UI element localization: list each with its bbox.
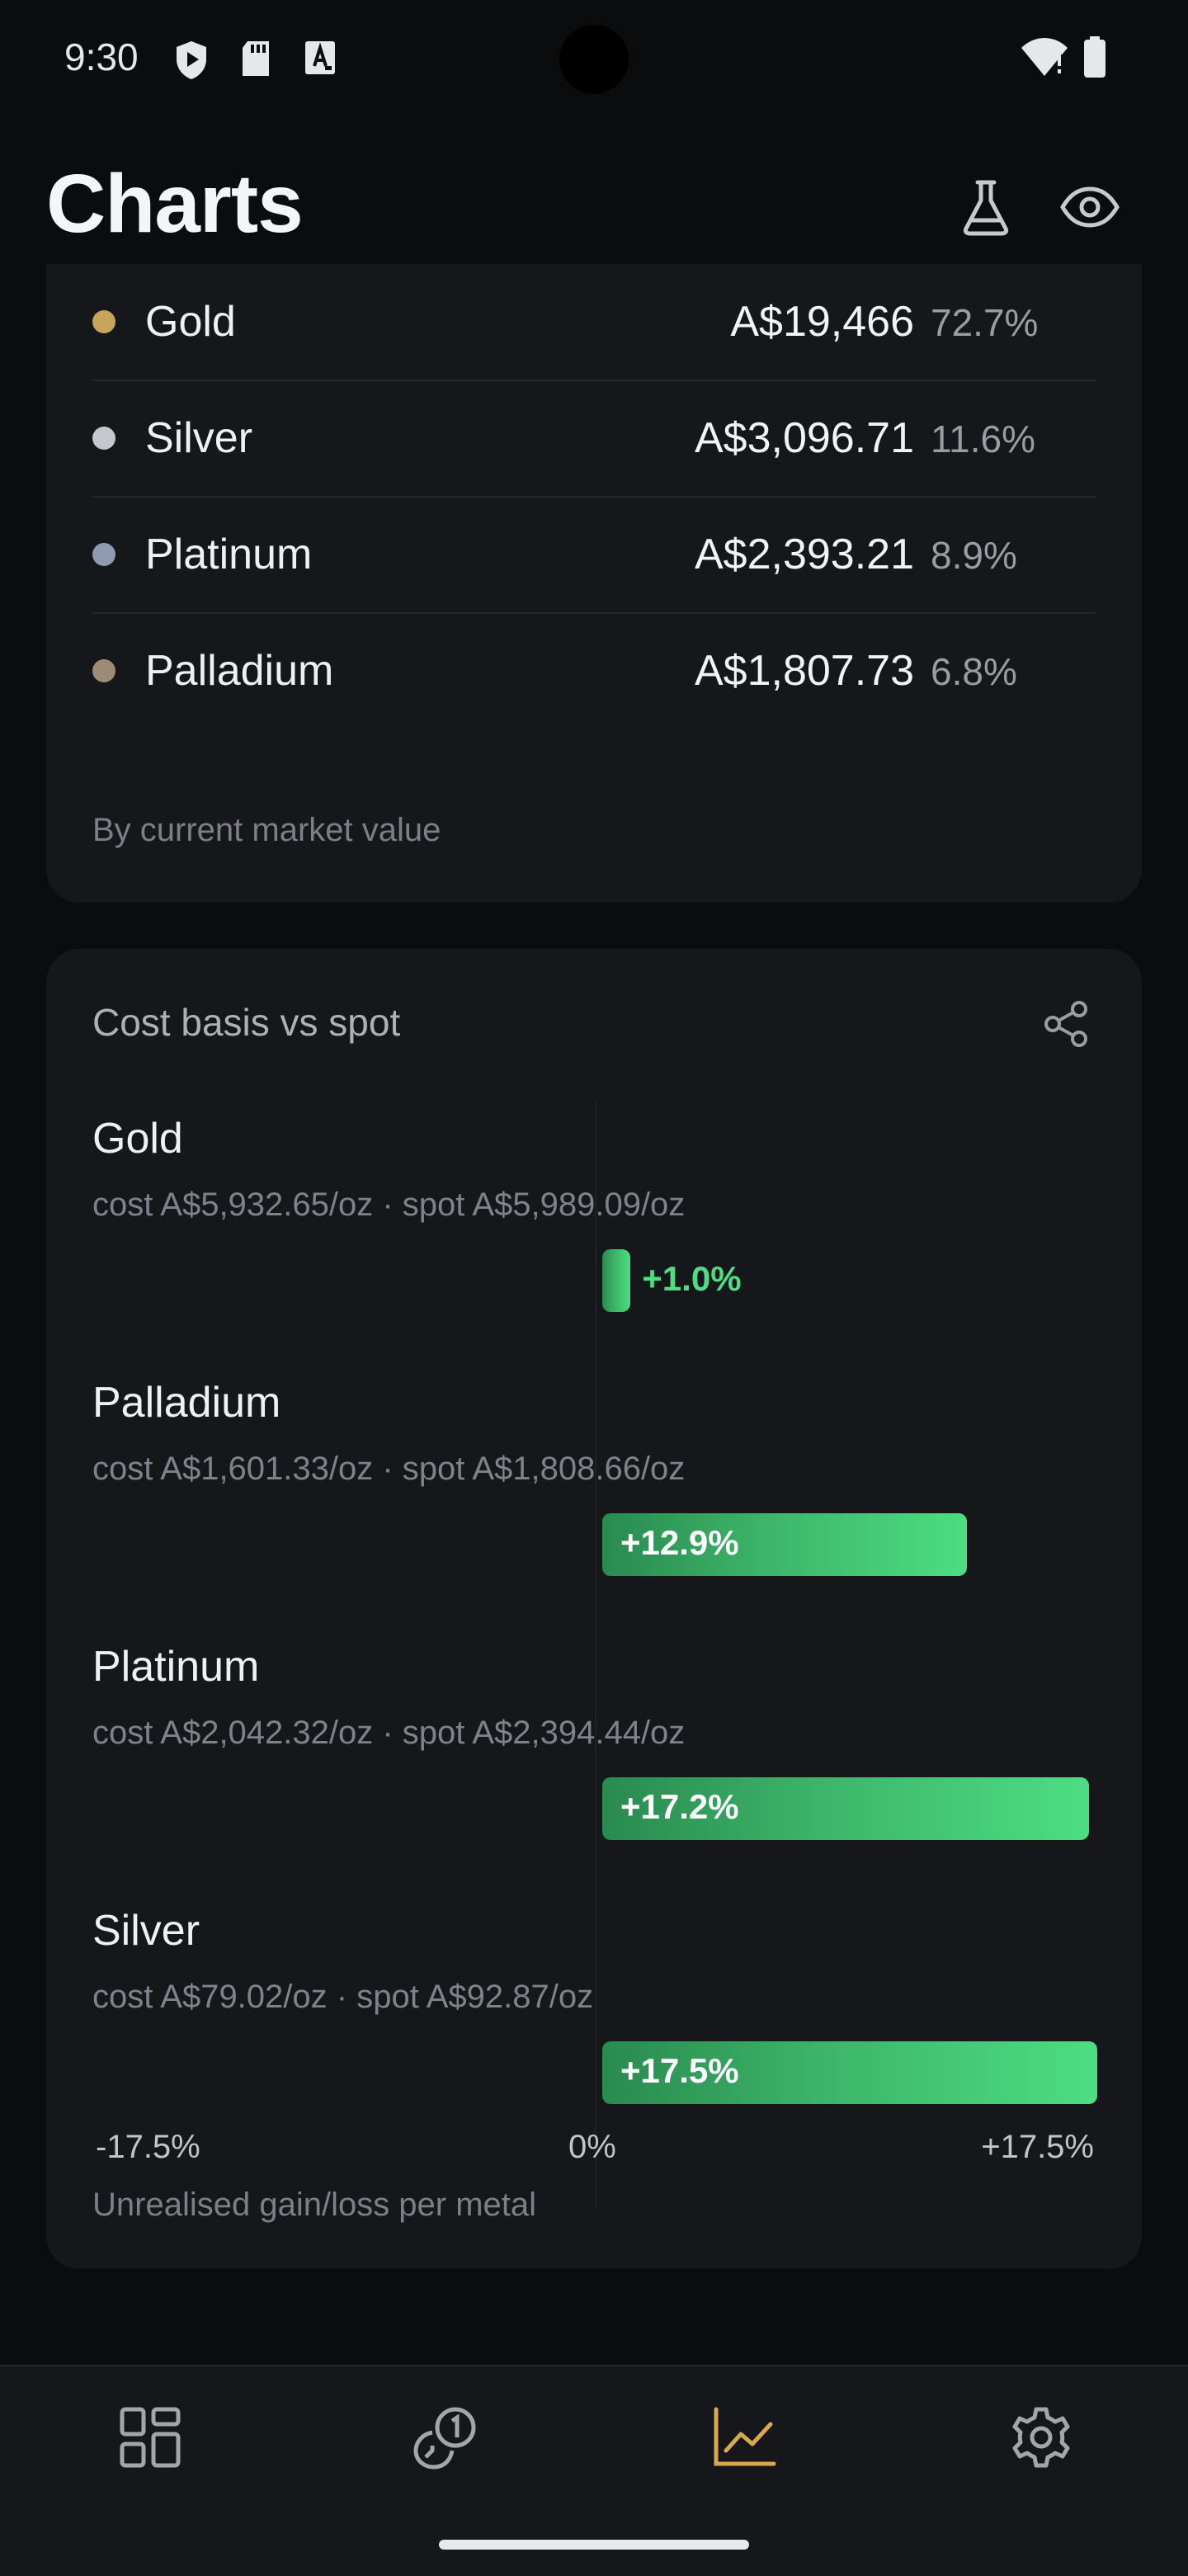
metal-name: Platinum	[92, 1643, 260, 1691]
platinum-dot	[92, 543, 116, 566]
share-button[interactable]	[1038, 995, 1096, 1053]
metal-name: Palladium	[92, 1379, 281, 1427]
metal-value: A$3,096.71	[694, 414, 914, 462]
gain-label: +1.0%	[642, 1259, 742, 1298]
allocation-row[interactable]: Palladium A$1,807.73 6.8%	[92, 613, 1096, 729]
metal-value: A$19,466	[730, 298, 914, 346]
silver-dot	[92, 427, 116, 450]
palladium-dot	[92, 659, 116, 682]
metal-percent: 11.6%	[931, 418, 1036, 460]
metal-percent: 6.8%	[931, 650, 1017, 693]
cost-spot-detail: cost A$79.02/oz · spot A$92.87/oz	[92, 1979, 594, 2015]
gain-row: Gold cost A$5,932.65/oz · spot A$5,989.0…	[92, 1114, 1096, 1361]
status-time: 9:30	[64, 35, 139, 78]
metal-name: Gold	[92, 1115, 183, 1163]
card-title: Cost basis vs spot	[92, 1001, 401, 1044]
visibility-toggle-button[interactable]	[1053, 170, 1127, 244]
dashboard-icon	[120, 2407, 181, 2468]
coins-icon	[413, 2407, 476, 2470]
metal-value: A$2,393.21	[694, 531, 914, 578]
metal-name: Platinum	[145, 531, 313, 578]
battery-icon	[1082, 36, 1107, 83]
gain-row: Palladium cost A$1,601.33/oz · spot A$1,…	[92, 1378, 1096, 1625]
camera-cutout	[559, 25, 629, 94]
metal-name: Silver	[92, 1907, 200, 1955]
settings-icon	[1012, 2407, 1070, 2468]
lab-button[interactable]	[949, 170, 1023, 244]
gain-bar	[602, 1249, 631, 1312]
gain-label: +17.5%	[620, 2051, 739, 2090]
cost-spot-detail: cost A$5,932.65/oz · spot A$5,989.09/oz	[92, 1187, 686, 1223]
axis-zero-label: 0%	[568, 2129, 616, 2165]
nav-holdings[interactable]	[406, 2396, 488, 2479]
eye-icon	[1060, 186, 1120, 228]
gain-label: +17.2%	[620, 1787, 739, 1826]
allocation-card: Gold A$19,466 72.7% Silver A$3,096.71 11…	[46, 264, 1142, 903]
play-protect-icon	[173, 40, 210, 85]
metal-name: Silver	[145, 414, 253, 462]
gain-label: +12.9%	[620, 1523, 739, 1562]
metal-name: Gold	[145, 298, 236, 346]
cost-basis-footnote: Unrealised gain/loss per metal	[92, 2187, 537, 2223]
home-indicator[interactable]	[439, 2540, 749, 2550]
nav-dashboard[interactable]	[109, 2396, 191, 2479]
gold-dot	[92, 310, 116, 333]
allocation-row[interactable]: Gold A$19,466 72.7%	[92, 264, 1096, 381]
wifi-icon	[1020, 36, 1069, 82]
allocation-footnote: By current market value	[92, 812, 441, 848]
cost-basis-card: Cost basis vs spot Gold cost A$5,932.65/…	[46, 949, 1142, 2269]
metal-percent: 72.7%	[931, 301, 1039, 344]
metal-percent: 8.9%	[931, 534, 1017, 577]
nav-charts[interactable]	[703, 2396, 785, 2479]
sd-card-icon	[239, 40, 272, 82]
axis-min-label: -17.5%	[96, 2129, 200, 2165]
gain-row: Silver cost A$79.02/oz · spot A$92.87/oz…	[92, 1906, 1097, 2154]
allocation-row[interactable]: Silver A$3,096.71 11.6%	[92, 380, 1096, 498]
cost-spot-detail: cost A$2,042.32/oz · spot A$2,394.44/oz	[92, 1715, 686, 1751]
metal-name: Palladium	[145, 647, 334, 695]
axis-max-label: +17.5%	[981, 2129, 1094, 2165]
allocation-row[interactable]: Platinum A$2,393.21 8.9%	[92, 497, 1096, 614]
bottom-nav	[0, 2365, 1188, 2576]
nav-settings[interactable]	[1000, 2396, 1082, 2479]
cost-spot-detail: cost A$1,601.33/oz · spot A$1,808.66/oz	[92, 1451, 686, 1487]
share-icon	[1044, 1001, 1087, 1047]
status-bar: 9:30	[0, 0, 1188, 124]
keyboard-a-icon	[304, 40, 337, 80]
gain-row: Platinum cost A$2,042.32/oz · spot A$2,3…	[92, 1642, 1096, 1890]
page-title: Charts	[46, 158, 304, 250]
metal-value: A$1,807.73	[694, 647, 914, 695]
chart-icon	[714, 2407, 776, 2466]
flask-icon	[963, 180, 1009, 236]
